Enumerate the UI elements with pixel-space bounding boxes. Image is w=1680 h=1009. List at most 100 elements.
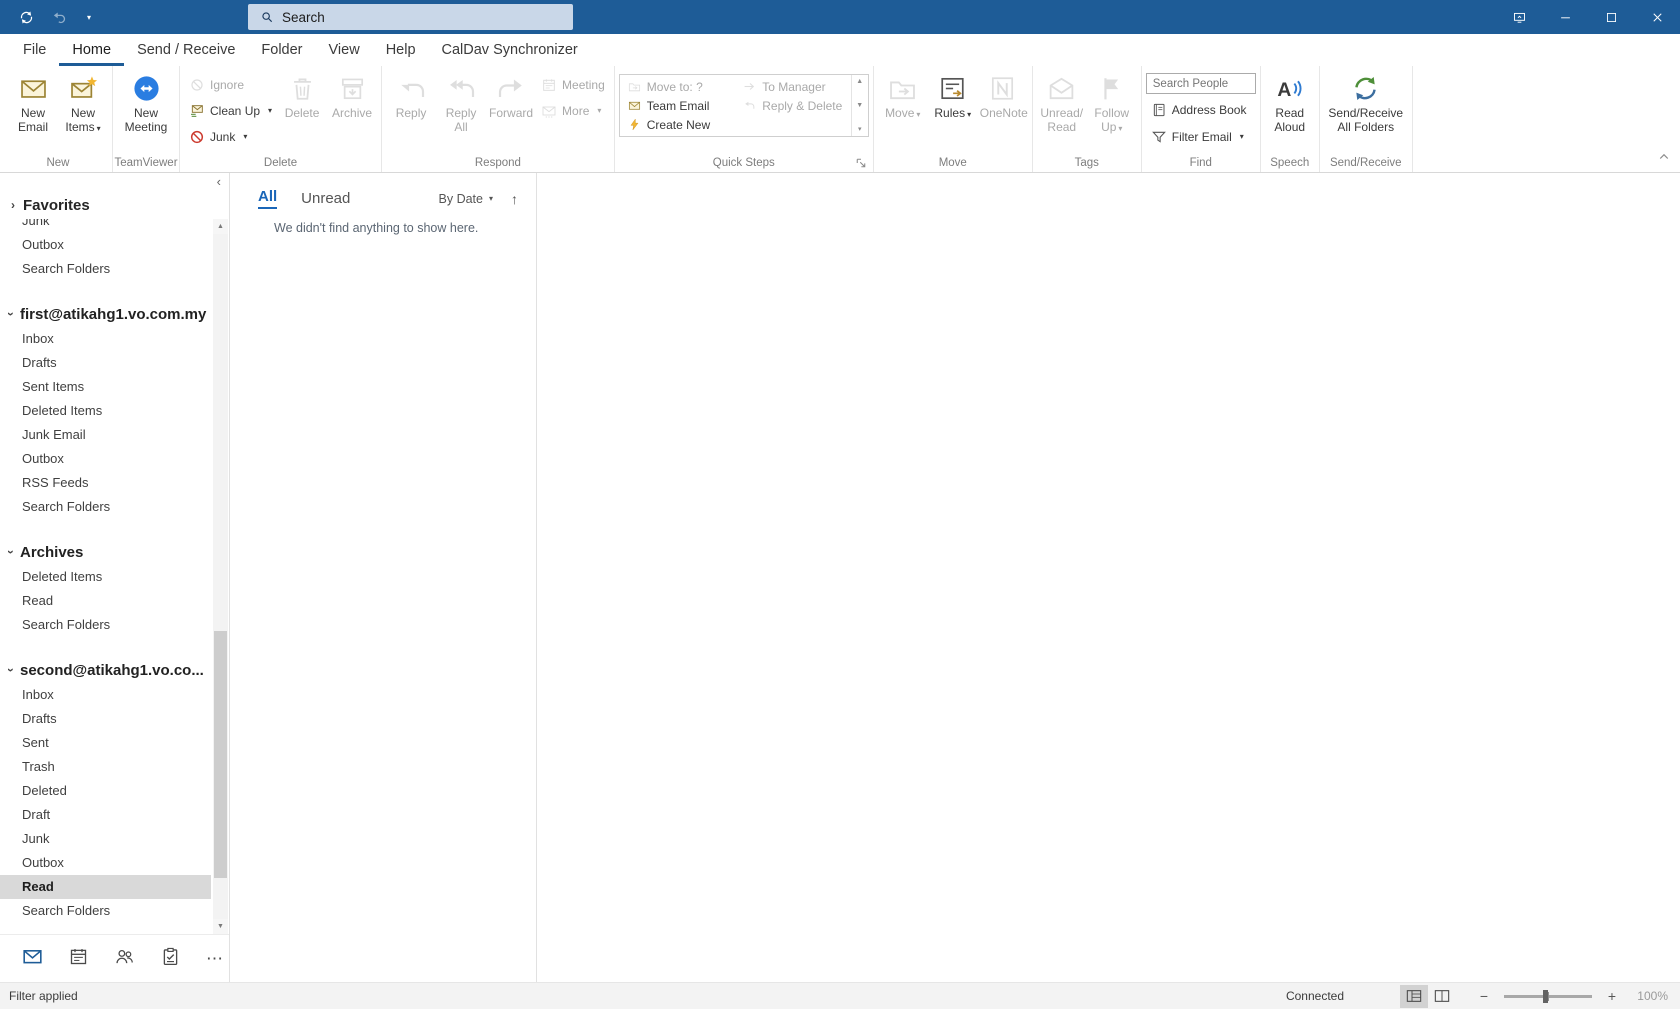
zoom-in-button[interactable]: + (1602, 988, 1622, 1004)
read-aloud-button[interactable]: Read Aloud (1265, 68, 1315, 152)
sort-by-date-dropdown[interactable]: By Date ▾ (439, 192, 493, 206)
tab-home[interactable]: Home (59, 34, 125, 66)
folder-pane-scrollbar[interactable]: ▲ ▼ (213, 219, 228, 934)
folder-item-inbox[interactable]: Inbox (0, 327, 211, 351)
account-collapse-icon[interactable]: › (4, 309, 18, 319)
new-items-button[interactable]: New Items ▾ (58, 68, 108, 152)
new-email-button[interactable]: New Email (8, 68, 58, 152)
folder-item-outbox[interactable]: Outbox (0, 447, 211, 471)
rules-button[interactable]: Rules ▾ (928, 68, 978, 152)
scrollbar-up-icon[interactable]: ▲ (213, 219, 228, 234)
clean-up-button[interactable]: Clean Up ▾ (184, 99, 277, 122)
filter-email-button[interactable]: Filter Email ▾ (1146, 125, 1256, 148)
minimize-folder-pane-icon[interactable]: ‹ (217, 175, 221, 189)
filter-tab-unread[interactable]: Unread (301, 190, 350, 207)
folder-item-outbox-second[interactable]: Outbox (0, 851, 211, 875)
folder-item-search-folders-favorite[interactable]: Search Folders (0, 257, 211, 281)
scrollbar-down-icon[interactable]: ▼ (213, 919, 228, 934)
tab-caldav-synchronizer[interactable]: CalDav Synchronizer (429, 34, 591, 66)
favorites-expand-icon[interactable]: › (8, 198, 18, 212)
junk-button[interactable]: Junk ▾ (184, 125, 277, 148)
account-header-first[interactable]: › first@atikahg1.vo.com.my (0, 301, 211, 327)
mail-nav-icon[interactable] (22, 946, 43, 972)
tab-send-receive[interactable]: Send / Receive (124, 34, 248, 66)
zoom-slider-thumb[interactable] (1542, 989, 1548, 1003)
send-receive-all-folders-button[interactable]: Send/Receive All Folders (1324, 68, 1408, 152)
scrollbar-track[interactable] (213, 234, 228, 919)
folder-item-junk-second[interactable]: Junk (0, 827, 211, 851)
gallery-expand-icon[interactable]: ▾ (858, 125, 862, 133)
forward-button[interactable]: Forward (486, 68, 536, 152)
address-book-button[interactable]: Address Book (1146, 98, 1256, 121)
close-button[interactable] (1634, 0, 1680, 34)
account-header-archives[interactable]: › Archives (0, 539, 211, 565)
tab-view[interactable]: View (316, 34, 373, 66)
zoom-slider[interactable] (1504, 989, 1592, 1003)
account-collapse-icon[interactable]: › (4, 665, 18, 675)
folder-item-sent-second[interactable]: Sent (0, 731, 211, 755)
quick-step-reply-delete[interactable]: Reply & Delete (735, 96, 851, 115)
delete-button[interactable]: Delete (277, 68, 327, 152)
maximize-button[interactable] (1588, 0, 1634, 34)
quick-step-move-to[interactable]: Move to: ? (620, 77, 736, 96)
folder-item-junk-favorite[interactable]: Junk (0, 219, 211, 233)
move-button[interactable]: Move ▾ (878, 68, 928, 152)
minimize-button[interactable] (1542, 0, 1588, 34)
reply-all-button[interactable]: Reply All (436, 68, 486, 152)
folder-item-rss-feeds[interactable]: RSS Feeds (0, 471, 211, 495)
folder-item-draft-second[interactable]: Draft (0, 803, 211, 827)
folder-item-junk-email[interactable]: Junk Email (0, 423, 211, 447)
account-collapse-icon[interactable]: › (4, 547, 18, 557)
tab-help[interactable]: Help (373, 34, 429, 66)
folder-item-drafts[interactable]: Drafts (0, 351, 211, 375)
filter-applied-status[interactable]: Filter applied (0, 989, 78, 1003)
folder-item-trash-second[interactable]: Trash (0, 755, 211, 779)
folder-item-deleted-second[interactable]: Deleted (0, 779, 211, 803)
filter-tab-all[interactable]: All (258, 188, 278, 209)
folder-item-search-folders-archive[interactable]: Search Folders (0, 613, 211, 637)
quick-step-team-email[interactable]: Team Email (620, 96, 736, 115)
folder-item-search-folders[interactable]: Search Folders (0, 495, 211, 519)
folder-item-inbox-second[interactable]: Inbox (0, 683, 211, 707)
ignore-button[interactable]: Ignore (184, 73, 277, 96)
account-header-second[interactable]: › second@atikahg1.vo.co... (0, 657, 211, 683)
collapse-ribbon-icon[interactable] (1658, 150, 1670, 168)
sort-ascending-icon[interactable]: ↑ (511, 191, 518, 207)
quick-step-create-new[interactable]: Create New (620, 115, 736, 134)
ribbon-display-options-icon[interactable] (1496, 0, 1542, 34)
calendar-nav-icon[interactable] (68, 946, 89, 972)
undo-icon[interactable] (51, 9, 68, 26)
onenote-button[interactable]: OneNote (978, 68, 1028, 152)
folder-item-read-archive[interactable]: Read (0, 589, 211, 613)
customize-toolbar-chevron-icon[interactable]: ▾ (87, 13, 91, 22)
folder-item-deleted-items-archive[interactable]: Deleted Items (0, 565, 211, 589)
tasks-nav-icon[interactable] (160, 946, 181, 972)
zoom-percentage[interactable]: 100% (1624, 989, 1668, 1003)
folder-item-read-second-selected[interactable]: Read (0, 875, 211, 899)
search-input[interactable]: Search (248, 4, 573, 30)
folder-item-drafts-second[interactable]: Drafts (0, 707, 211, 731)
unread-read-button[interactable]: Unread/ Read (1037, 68, 1087, 152)
people-nav-icon[interactable] (114, 946, 135, 972)
tab-folder[interactable]: Folder (248, 34, 315, 66)
folder-item-deleted-items[interactable]: Deleted Items (0, 399, 211, 423)
folder-item-sent-items[interactable]: Sent Items (0, 375, 211, 399)
favorites-header[interactable]: › Favorites (0, 191, 229, 219)
meeting-button[interactable]: Meeting (536, 73, 610, 96)
archive-button[interactable]: Archive (327, 68, 377, 152)
folder-item-outbox-favorite[interactable]: Outbox (0, 233, 211, 257)
quick-step-to-manager[interactable]: To Manager (735, 77, 851, 96)
folder-item-search-folders-second[interactable]: Search Folders (0, 899, 211, 923)
reading-view-icon[interactable] (1428, 985, 1456, 1008)
search-people-input[interactable]: Search People (1145, 73, 1256, 94)
scrollbar-thumb[interactable] (214, 631, 227, 878)
send-receive-icon[interactable] (18, 9, 35, 26)
more-respond-button[interactable]: More ▾ (536, 99, 610, 122)
new-meeting-button[interactable]: New Meeting (117, 68, 175, 152)
tab-file[interactable]: File (10, 34, 59, 66)
normal-view-icon[interactable] (1400, 984, 1428, 1008)
follow-up-button[interactable]: Follow Up ▾ (1087, 68, 1137, 152)
scroll-up-icon[interactable]: ▲ (856, 78, 863, 85)
more-nav-icon[interactable]: ⋯ (206, 949, 224, 969)
zoom-out-button[interactable]: − (1474, 988, 1494, 1004)
